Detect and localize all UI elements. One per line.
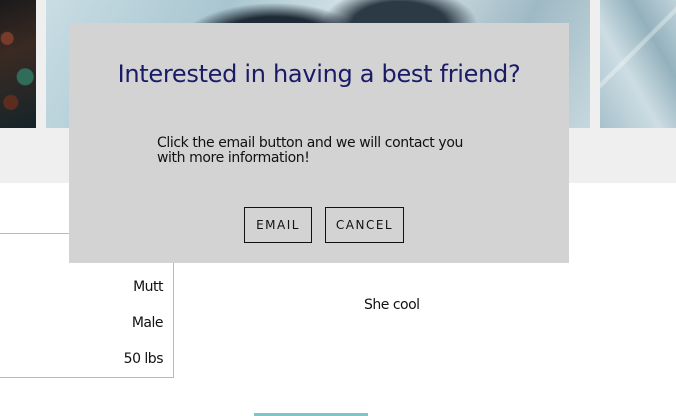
gallery-photo-previous[interactable] [0,0,36,128]
contact-modal: Interested in having a best friend? Clic… [69,23,569,263]
cancel-button[interactable]: CANCEL [325,207,404,243]
pet-profile-page: Mutt Male 50 lbs She cool Interested in … [0,0,676,416]
pet-description: She cool [364,297,420,313]
pet-weight: 50 lbs [123,351,164,367]
modal-title: Interested in having a best friend? [117,60,521,88]
modal-message: Click the email button and we will conta… [157,135,463,166]
email-button[interactable]: EMAIL [244,207,312,243]
pet-sex: Male [131,315,164,331]
gallery-photo-next[interactable] [600,0,676,128]
pet-breed: Mutt [133,279,163,295]
